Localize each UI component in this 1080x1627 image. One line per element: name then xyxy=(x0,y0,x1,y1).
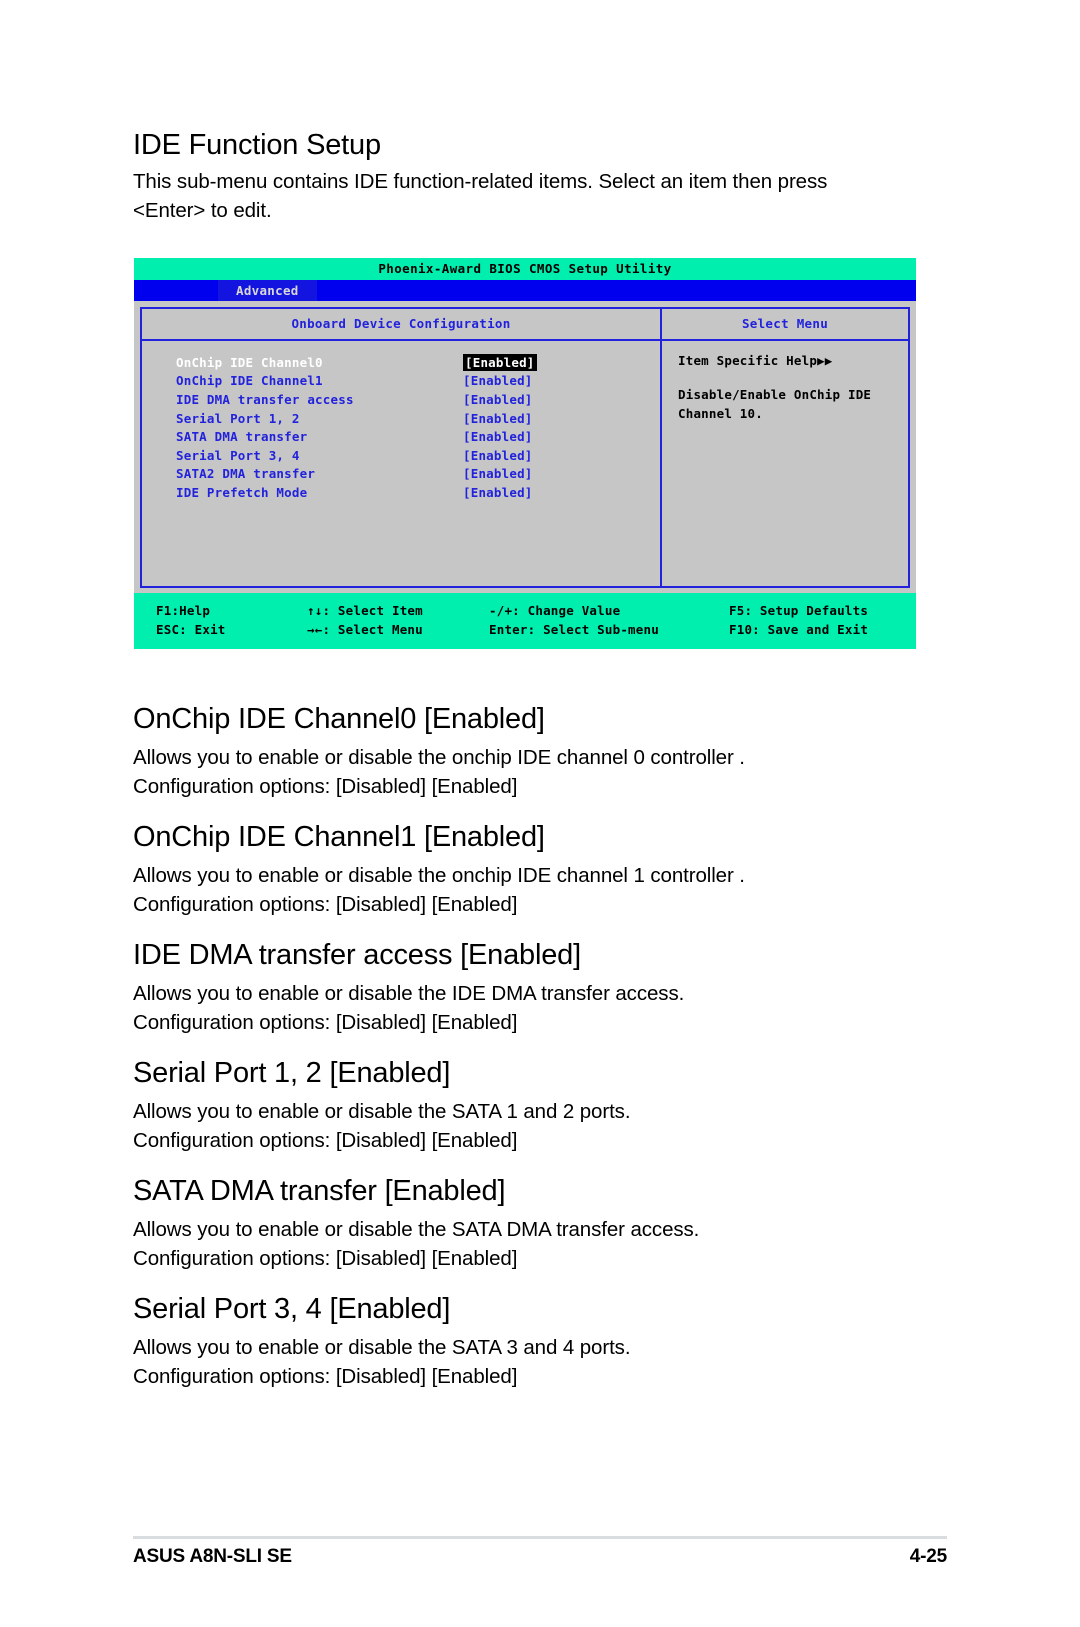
section-body-line: Configuration options: [Disabled] [Enabl… xyxy=(133,1365,518,1388)
key-legend-row-2: ESC: Exit →←: Select Menu Enter: Select … xyxy=(134,620,916,639)
section-heading: Serial Port 3, 4 [Enabled] xyxy=(133,1293,451,1325)
key-esc-exit: ESC: Exit xyxy=(156,622,226,637)
section-body-line: Configuration options: [Disabled] [Enabl… xyxy=(133,1129,518,1152)
footer-page-number: 4-25 xyxy=(909,1546,947,1567)
config-pane-header: Onboard Device Configuration xyxy=(142,309,660,341)
footer-divider xyxy=(133,1536,947,1539)
bios-tab-bar: Advanced xyxy=(134,280,916,301)
section-body-line: Allows you to enable or disable the SATA… xyxy=(133,1100,631,1123)
section-body-line: Configuration options: [Disabled] [Enabl… xyxy=(133,893,518,916)
key-legend-row-1: F1:Help ↑↓: Select Item -/+: Change Valu… xyxy=(134,601,916,620)
bios-tab-bar-right-pad xyxy=(317,280,916,301)
key-f1-help: F1:Help xyxy=(156,603,211,618)
help-pane-header: Select Menu xyxy=(662,309,908,341)
bios-option-label: IDE Prefetch Mode xyxy=(176,484,308,500)
bios-title-bar: Phoenix-Award BIOS CMOS Setup Utility xyxy=(134,258,916,280)
help-text-line: Disable/Enable OnChip IDE xyxy=(678,387,872,402)
bios-option-row[interactable]: OnChip IDE Channel1 [Enabled] xyxy=(142,372,660,391)
bios-option-label: SATA DMA transfer xyxy=(176,429,308,445)
bios-option-label: IDE DMA transfer access xyxy=(176,391,354,407)
bios-option-value[interactable]: [Enabled] xyxy=(463,392,533,407)
bios-body: Onboard Device Configuration OnChip IDE … xyxy=(134,301,916,593)
section-heading: OnChip IDE Channel1 [Enabled] xyxy=(133,821,545,853)
bios-screenshot: Phoenix-Award BIOS CMOS Setup Utility Ad… xyxy=(134,258,916,649)
key-select-item: ↑↓: Select Item xyxy=(307,603,423,618)
manual-page: IDE Function Setup This sub-menu contain… xyxy=(0,0,1080,1627)
bios-option-row[interactable]: Serial Port 3, 4 [Enabled] xyxy=(142,446,660,465)
intro-paragraph: This sub-menu contains IDE function-rela… xyxy=(133,170,828,222)
section-body-line: Allows you to enable or disable the SATA… xyxy=(133,1336,631,1359)
section-body-line: Configuration options: [Disabled] [Enabl… xyxy=(133,1247,518,1270)
bios-key-legend: F1:Help ↑↓: Select Item -/+: Change Valu… xyxy=(134,593,916,649)
bios-option-label: Serial Port 3, 4 xyxy=(176,447,300,463)
help-text: Disable/Enable OnChip IDE Channel 10. xyxy=(678,386,908,423)
item-specific-help-label: Item Specific Help▶▶ xyxy=(678,353,908,368)
bios-option-row[interactable]: Serial Port 1, 2 [Enabled] xyxy=(142,409,660,428)
help-heading-text: Item Specific Help xyxy=(678,353,818,368)
bios-option-label: OnChip IDE Channel1 xyxy=(176,373,323,389)
section-body-line: Configuration options: [Disabled] [Enabl… xyxy=(133,775,518,798)
double-right-arrow-icon: ▶▶ xyxy=(817,353,833,368)
section-heading: SATA DMA transfer [Enabled] xyxy=(133,1175,506,1207)
section-body-line: Allows you to enable or disable the SATA… xyxy=(133,1218,700,1241)
bios-option-value[interactable]: [Enabled] xyxy=(463,373,533,388)
bios-help-pane: Select Menu Item Specific Help▶▶ Disable… xyxy=(662,309,908,586)
footer-product-name: ASUS A8N-SLI SE xyxy=(133,1546,292,1567)
bios-option-value[interactable]: [Enabled] xyxy=(463,411,533,426)
bios-tab-bar-left-pad xyxy=(134,280,218,301)
tab-advanced[interactable]: Advanced xyxy=(218,280,317,301)
bios-option-row[interactable]: SATA DMA transfer [Enabled] xyxy=(142,427,660,446)
key-change-value: -/+: Change Value xyxy=(489,603,621,618)
bios-option-row[interactable]: OnChip IDE Channel0 [Enabled] xyxy=(142,353,660,372)
bios-option-label: SATA2 DMA transfer xyxy=(176,466,316,482)
help-pane-content: Item Specific Help▶▶ Disable/Enable OnCh… xyxy=(662,341,908,423)
bios-panes: Onboard Device Configuration OnChip IDE … xyxy=(140,307,910,588)
key-f5-setup-defaults: F5: Setup Defaults xyxy=(729,603,869,618)
help-text-line: Channel 10. xyxy=(678,405,763,421)
bios-option-value[interactable]: [Enabled] xyxy=(463,353,537,371)
key-f10-save-exit: F10: Save and Exit xyxy=(729,622,869,637)
key-enter-submenu: Enter: Select Sub-menu xyxy=(489,622,659,637)
section-body-line: Allows you to enable or disable the IDE … xyxy=(133,982,685,1005)
bios-config-pane: Onboard Device Configuration OnChip IDE … xyxy=(142,309,662,586)
section-heading: IDE DMA transfer access [Enabled] xyxy=(133,939,581,971)
section-heading: OnChip IDE Channel0 [Enabled] xyxy=(133,703,545,735)
bios-option-row[interactable]: SATA2 DMA transfer [Enabled] xyxy=(142,465,660,484)
bios-option-value[interactable]: [Enabled] xyxy=(463,429,533,444)
bios-option-row[interactable]: IDE DMA transfer access [Enabled] xyxy=(142,390,660,409)
bios-option-label: OnChip IDE Channel0 xyxy=(176,354,323,370)
key-select-menu: →←: Select Menu xyxy=(307,622,423,637)
bios-option-value[interactable]: [Enabled] xyxy=(463,466,533,481)
page-title: IDE Function Setup xyxy=(133,129,381,161)
bios-option-value[interactable]: [Enabled] xyxy=(463,448,533,463)
bios-option-row[interactable]: IDE Prefetch Mode [Enabled] xyxy=(142,483,660,502)
section-heading: Serial Port 1, 2 [Enabled] xyxy=(133,1057,451,1089)
bios-option-list: OnChip IDE Channel0 [Enabled] OnChip IDE C… xyxy=(142,341,660,502)
section-body-line: Allows you to enable or disable the onch… xyxy=(133,746,745,769)
bios-option-value[interactable]: [Enabled] xyxy=(463,485,533,500)
section-body-line: Configuration options: [Disabled] [Enabl… xyxy=(133,1011,518,1034)
bios-option-label: Serial Port 1, 2 xyxy=(176,410,300,426)
section-body-line: Allows you to enable or disable the onch… xyxy=(133,864,745,887)
